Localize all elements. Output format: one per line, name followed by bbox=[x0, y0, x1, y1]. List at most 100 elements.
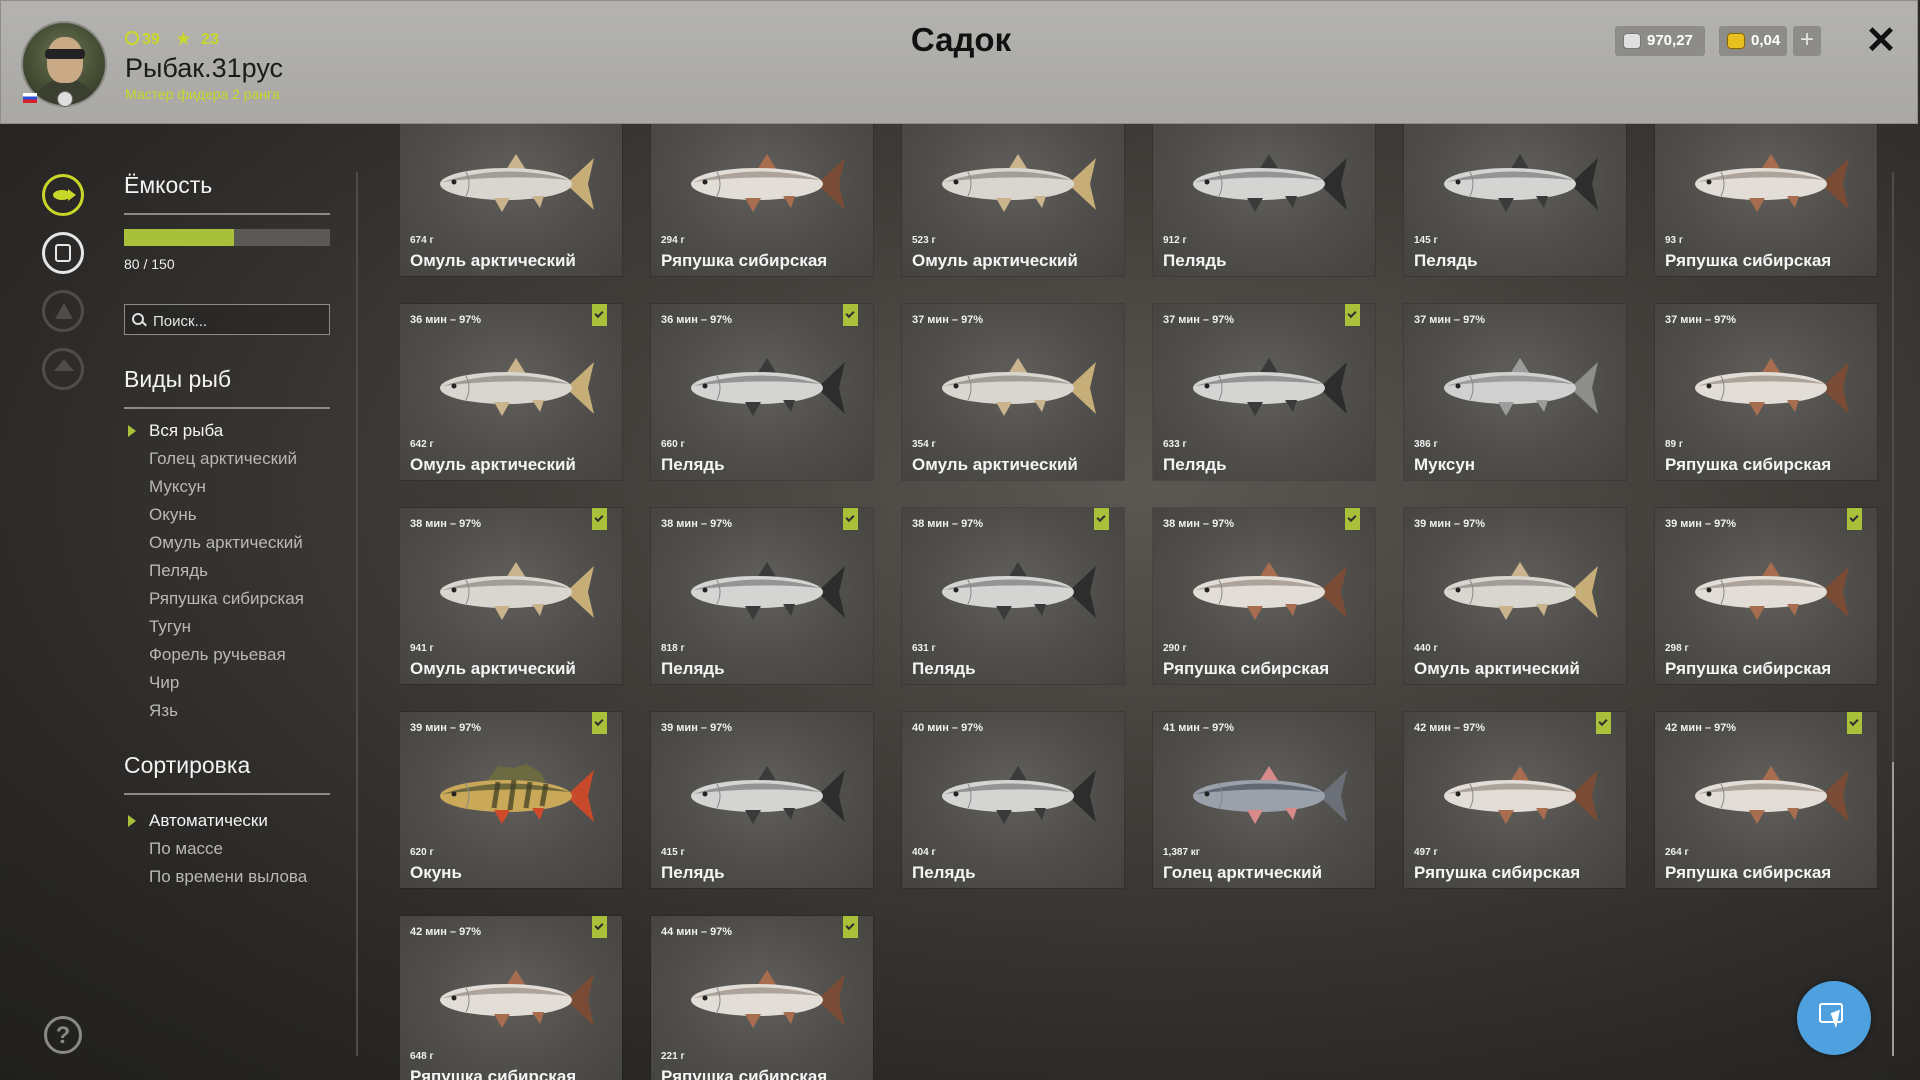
fish-card[interactable]: 39 мин – 97% 415 г Пелядь bbox=[651, 712, 873, 888]
fish-card[interactable]: 42 мин – 97% 497 г Ряпушка сибирская bbox=[1404, 712, 1626, 888]
fish-card[interactable]: 41 мин – 97% 1,387 кг Голец арктический bbox=[1153, 712, 1375, 888]
fish-image bbox=[1683, 552, 1853, 632]
species-filter-item[interactable]: Муксун bbox=[124, 476, 330, 504]
species-filter-item[interactable]: Чир bbox=[124, 672, 330, 700]
help-icon[interactable]: ? bbox=[44, 1016, 82, 1054]
fish-name: Ряпушка сибирская bbox=[410, 1067, 577, 1080]
fish-card[interactable]: 674 г Омуль арктический bbox=[400, 124, 622, 276]
fish-weight: 93 г bbox=[1665, 235, 1684, 246]
fish-card[interactable]: 44 мин – 97% 221 г Ряпушка сибирская bbox=[651, 916, 873, 1080]
fish-card[interactable]: 42 мин – 97% 264 г Ряпушка сибирская bbox=[1655, 712, 1877, 888]
species-filter-item[interactable]: Форель ручьевая bbox=[124, 644, 330, 672]
fish-image bbox=[428, 552, 598, 632]
fish-name: Пелядь bbox=[912, 659, 976, 678]
fish-card[interactable]: 40 мин – 97% 404 г Пелядь bbox=[902, 712, 1124, 888]
fish-image bbox=[679, 552, 849, 632]
fish-name: Омуль арктический bbox=[912, 251, 1078, 270]
gold-coin-icon bbox=[1727, 33, 1745, 49]
bookmark-check-icon[interactable] bbox=[843, 916, 858, 938]
fish-card[interactable]: 145 г Пелядь bbox=[1404, 124, 1626, 276]
bookmark-check-icon[interactable] bbox=[592, 712, 607, 734]
scrollbar-thumb[interactable] bbox=[1892, 762, 1894, 1056]
search-input[interactable] bbox=[151, 310, 325, 332]
home-icon[interactable] bbox=[42, 348, 84, 390]
bookmark-check-icon[interactable] bbox=[843, 508, 858, 530]
capacity-heading: Ёмкость bbox=[124, 172, 330, 215]
bookmark-check-icon[interactable] bbox=[1596, 712, 1611, 734]
fish-name: Омуль арктический bbox=[410, 455, 576, 474]
fish-card[interactable]: 912 г Пелядь bbox=[1153, 124, 1375, 276]
fish-image bbox=[1181, 348, 1351, 428]
fish-weight: 497 г bbox=[1414, 847, 1438, 858]
fish-card[interactable]: 93 г Ряпушка сибирская bbox=[1655, 124, 1877, 276]
sort-option-item[interactable]: По массе bbox=[124, 838, 330, 866]
fish-card[interactable]: 42 мин – 97% 648 г Ряпушка сибирская bbox=[400, 916, 622, 1080]
fish-name: Пелядь bbox=[1163, 455, 1227, 474]
fish-card[interactable]: 523 г Омуль арктический bbox=[902, 124, 1124, 276]
fish-image bbox=[1181, 552, 1351, 632]
fish-weight: 674 г bbox=[410, 235, 434, 246]
fish-card[interactable]: 37 мин – 97% 386 г Муксун bbox=[1404, 304, 1626, 480]
catch-time: 38 мин – 97% bbox=[1163, 518, 1235, 530]
species-filter-item[interactable]: Ряпушка сибирская bbox=[124, 588, 330, 616]
fish-card[interactable]: 37 мин – 97% 354 г Омуль арктический bbox=[902, 304, 1124, 480]
fish-card[interactable]: 38 мин – 97% 818 г Пелядь bbox=[651, 508, 873, 684]
catch-time: 40 мин – 97% bbox=[912, 722, 984, 734]
fish-weight: 523 г bbox=[912, 235, 936, 246]
catch-time: 39 мин – 97% bbox=[1414, 518, 1486, 530]
fish-card[interactable]: 36 мин – 97% 642 г Омуль арктический bbox=[400, 304, 622, 480]
keepnet-icon[interactable] bbox=[42, 232, 84, 274]
bookmark-check-icon[interactable] bbox=[1094, 508, 1109, 530]
close-button[interactable]: ✕ bbox=[1863, 21, 1899, 61]
fish-weight: 642 г bbox=[410, 439, 434, 450]
fish-name: Омуль арктический bbox=[410, 251, 576, 270]
fish-icon[interactable] bbox=[42, 174, 84, 216]
bookmark-check-icon[interactable] bbox=[1345, 508, 1360, 530]
fish-card[interactable]: 37 мин – 97% 89 г Ряпушка сибирская bbox=[1655, 304, 1877, 480]
fish-weight: 648 г bbox=[410, 1051, 434, 1062]
fish-image bbox=[428, 960, 598, 1040]
catch-time: 36 мин – 97% bbox=[661, 314, 733, 326]
species-filter-item[interactable]: Омуль арктический bbox=[124, 532, 330, 560]
fish-image bbox=[1181, 144, 1351, 224]
species-filter-item[interactable]: Язь bbox=[124, 700, 330, 728]
species-filter-item[interactable]: Тугун bbox=[124, 616, 330, 644]
fish-card[interactable]: 39 мин – 97% 620 г Окунь bbox=[400, 712, 622, 888]
star-icon: ★ bbox=[176, 31, 191, 48]
fish-card[interactable]: 294 г Ряпушка сибирская bbox=[651, 124, 873, 276]
bookmark-check-icon[interactable] bbox=[592, 916, 607, 938]
panel-divider bbox=[356, 172, 358, 1056]
species-filter-item[interactable]: Окунь bbox=[124, 504, 330, 532]
boat-icon[interactable] bbox=[42, 290, 84, 332]
russia-flag-icon bbox=[23, 93, 37, 103]
fish-card[interactable]: 39 мин – 97% 298 г Ряпушка сибирская bbox=[1655, 508, 1877, 684]
fish-card[interactable]: 38 мин – 97% 941 г Омуль арктический bbox=[400, 508, 622, 684]
add-currency-button[interactable]: + bbox=[1793, 26, 1821, 56]
fish-image bbox=[1432, 756, 1602, 836]
fish-card[interactable]: 39 мин – 97% 440 г Омуль арктический bbox=[1404, 508, 1626, 684]
fish-name: Ряпушка сибирская bbox=[661, 1067, 828, 1080]
fish-weight: 294 г bbox=[661, 235, 685, 246]
fish-card[interactable]: 38 мин – 97% 290 г Ряпушка сибирская bbox=[1153, 508, 1375, 684]
bookmark-check-icon[interactable] bbox=[1345, 304, 1360, 326]
fish-name: Ряпушка сибирская bbox=[1163, 659, 1330, 678]
fish-weight: 633 г bbox=[1163, 439, 1187, 450]
search-icon bbox=[132, 313, 144, 325]
bookmark-check-icon[interactable] bbox=[592, 508, 607, 530]
fish-card[interactable]: 37 мин – 97% 633 г Пелядь bbox=[1153, 304, 1375, 480]
bookmark-check-icon[interactable] bbox=[843, 304, 858, 326]
species-filter-item[interactable]: Вся рыба bbox=[124, 420, 330, 448]
search-box[interactable] bbox=[124, 304, 330, 335]
fish-weight: 354 г bbox=[912, 439, 936, 450]
cursor-mode-button[interactable] bbox=[1797, 981, 1871, 1055]
bookmark-check-icon[interactable] bbox=[592, 304, 607, 326]
species-filter-item[interactable]: Голец арктический bbox=[124, 448, 330, 476]
catch-time: 38 мин – 97% bbox=[912, 518, 984, 530]
sort-option-item[interactable]: По времени вылова bbox=[124, 866, 330, 894]
species-filter-item[interactable]: Пелядь bbox=[124, 560, 330, 588]
sort-option-item[interactable]: Автоматически bbox=[124, 810, 330, 838]
bookmark-check-icon[interactable] bbox=[1847, 712, 1862, 734]
fish-card[interactable]: 36 мин – 97% 660 г Пелядь bbox=[651, 304, 873, 480]
fish-card[interactable]: 38 мин – 97% 631 г Пелядь bbox=[902, 508, 1124, 684]
bookmark-check-icon[interactable] bbox=[1847, 508, 1862, 530]
